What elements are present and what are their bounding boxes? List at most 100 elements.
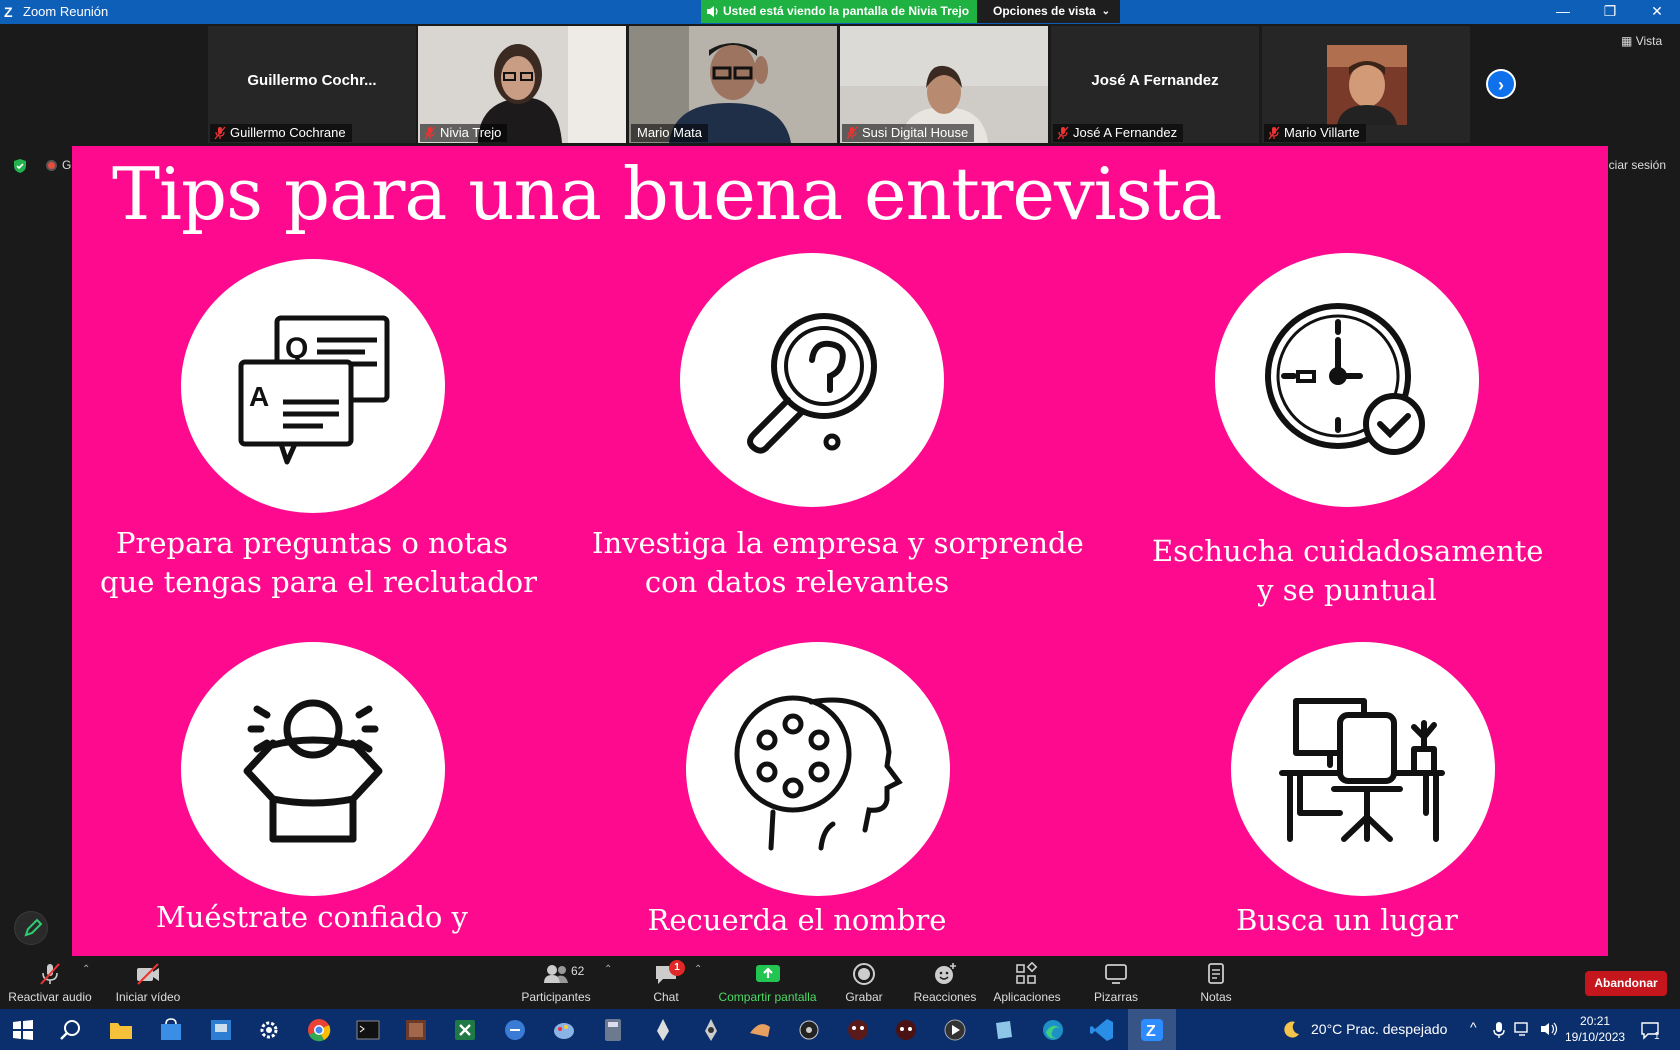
annotate-button[interactable] xyxy=(14,911,48,945)
close-button[interactable]: ✕ xyxy=(1634,0,1680,24)
tip-circle xyxy=(181,642,445,896)
slide-title: Tips para una buena entrevista xyxy=(112,152,1222,236)
participant-label: Susi Digital House xyxy=(842,124,975,142)
share-banner: Usted está viendo la pantalla de Nivia T… xyxy=(701,0,977,23)
audio-options-caret[interactable]: ⌃ xyxy=(82,964,90,975)
participant-label: Guillermo Cochrane xyxy=(210,124,352,142)
reactions-label: Reacciones xyxy=(913,990,977,1004)
microphone-icon[interactable] xyxy=(1492,1021,1506,1039)
participant-tile[interactable]: Mario Villarte xyxy=(1262,26,1470,143)
participant-label-text: Guillermo Cochrane xyxy=(230,125,346,140)
whiteboards-label: Pizarras xyxy=(1093,990,1138,1004)
notes-button[interactable]: Notas xyxy=(1190,956,1242,1009)
smiley-plus-icon xyxy=(935,963,956,984)
app-icon[interactable] xyxy=(747,1017,773,1043)
terminal-icon[interactable] xyxy=(355,1017,381,1043)
calculator-icon[interactable] xyxy=(600,1017,626,1043)
shield-check-icon[interactable] xyxy=(12,158,28,174)
next-participants-button[interactable]: › xyxy=(1486,69,1516,99)
vscode-icon[interactable] xyxy=(1089,1017,1115,1043)
mic-muted-icon xyxy=(1268,126,1280,140)
minimize-button[interactable]: — xyxy=(1540,0,1586,24)
app-icon[interactable] xyxy=(991,1017,1017,1043)
game-icon[interactable] xyxy=(845,1017,871,1043)
leave-button[interactable]: Abandonar xyxy=(1585,971,1667,996)
media-player-icon[interactable] xyxy=(942,1017,968,1043)
participant-tile[interactable]: Guillermo Cochr... Guillermo Cochrane xyxy=(208,26,416,143)
excel-icon[interactable] xyxy=(452,1017,478,1043)
chat-options-caret[interactable]: ⌃ xyxy=(694,964,702,975)
tip-caption-line: Prepara preguntas o notas xyxy=(116,526,508,560)
participant-tile[interactable]: Susi Digital House xyxy=(840,26,1048,143)
reactions-button[interactable]: Reacciones xyxy=(910,956,980,1009)
system-clock[interactable]: 20:21 19/10/2023 xyxy=(1565,1013,1625,1045)
participant-label-text: José A Fernandez xyxy=(1073,125,1178,140)
tip-circle: Q A xyxy=(181,259,445,513)
app-icon[interactable] xyxy=(650,1017,676,1043)
participant-name-large: Guillermo Cochr... xyxy=(247,72,377,89)
participants-strip: Guillermo Cochr... Guillermo Cochrane Ni… xyxy=(0,24,1680,144)
tip-circle xyxy=(686,642,950,896)
edge-icon[interactable] xyxy=(1040,1017,1066,1043)
whiteboards-button[interactable]: Pizarras xyxy=(1090,956,1142,1009)
settings-gear-icon[interactable] xyxy=(256,1017,282,1043)
participant-avatar xyxy=(1327,45,1407,125)
chevron-up-icon[interactable]: ^ xyxy=(1470,1019,1477,1035)
apps-icon xyxy=(1016,962,1038,984)
apps-label: Aplicaciones xyxy=(993,990,1061,1004)
windows-start-icon[interactable] xyxy=(10,1017,36,1043)
network-icon[interactable] xyxy=(1514,1021,1532,1037)
share-screen-button[interactable]: Compartir pantalla xyxy=(715,956,820,1009)
start-video-label: Iniciar vídeo xyxy=(115,990,181,1004)
mic-muted-icon xyxy=(424,126,436,140)
participant-name-large: José A Fernandez xyxy=(1091,72,1219,89)
participant-label: Mario Mata xyxy=(631,124,709,142)
view-options-button[interactable]: Opciones de vista ⌄ xyxy=(977,0,1120,23)
participant-label: Nivia Trejo xyxy=(420,124,508,142)
paint-icon[interactable] xyxy=(551,1017,577,1043)
participant-label-text: Mario Mata xyxy=(637,125,703,140)
apps-button[interactable]: Aplicaciones xyxy=(990,956,1064,1009)
app-icon[interactable] xyxy=(698,1017,724,1043)
zoom-window: Z Zoom Reunión Usted está viendo la pant… xyxy=(0,0,1680,1050)
tip-caption: Muéstrate confiado y xyxy=(100,898,524,937)
chrome-icon[interactable] xyxy=(306,1017,332,1043)
weather-text[interactable]: 20°C Prac. despejado xyxy=(1311,1021,1447,1037)
weather-moon-icon xyxy=(1284,1021,1299,1038)
tip-caption-line: Busca un lugar xyxy=(1236,903,1458,937)
app-icon[interactable] xyxy=(403,1017,429,1043)
chat-badge: 1 xyxy=(669,960,685,976)
mic-muted-icon xyxy=(214,126,226,140)
game-icon[interactable] xyxy=(893,1017,919,1043)
app-icon[interactable] xyxy=(208,1017,234,1043)
restore-button[interactable]: ❐ xyxy=(1587,0,1633,24)
app-icon[interactable] xyxy=(502,1017,528,1043)
notes-label: Notas xyxy=(1200,990,1232,1004)
participants-options-caret[interactable]: ⌃ xyxy=(604,964,612,975)
participants-icon xyxy=(544,965,568,983)
participant-tile-active-speaker[interactable]: Mario Mata xyxy=(629,26,837,143)
tip-caption-line: Investiga la empresa y sorprende xyxy=(592,526,1084,560)
participants-button[interactable]: Participantes xyxy=(515,956,597,1009)
view-button[interactable]: ▦ Vista xyxy=(1621,34,1662,48)
start-video-button[interactable]: Iniciar vídeo xyxy=(108,956,188,1009)
search-icon[interactable] xyxy=(58,1017,84,1043)
camera-off-icon xyxy=(137,963,159,985)
store-icon[interactable] xyxy=(158,1017,184,1043)
tip-circle xyxy=(680,253,944,507)
tip-caption: Busca un lugar xyxy=(1152,901,1542,940)
volume-icon[interactable] xyxy=(1540,1021,1558,1037)
file-explorer-icon[interactable] xyxy=(108,1017,134,1043)
shared-screen-slide: Tips para una buena entrevista Q A Prepa… xyxy=(72,146,1608,956)
notification-count: 1 xyxy=(1654,1031,1660,1042)
participant-tile[interactable]: José A Fernandez José A Fernandez xyxy=(1051,26,1259,143)
record-button[interactable]: Grabar xyxy=(838,956,890,1009)
svg-text:A: A xyxy=(249,381,269,412)
zoom-app-icon[interactable]: Z xyxy=(1139,1017,1165,1043)
head-mind-icon xyxy=(734,695,903,851)
participant-label: Mario Villarte xyxy=(1264,124,1366,142)
app-icon[interactable] xyxy=(796,1017,822,1043)
participant-tile[interactable]: Nivia Trejo xyxy=(418,26,626,143)
participant-label: José A Fernandez xyxy=(1053,124,1184,142)
question-answer-icon: Q A xyxy=(238,315,390,465)
